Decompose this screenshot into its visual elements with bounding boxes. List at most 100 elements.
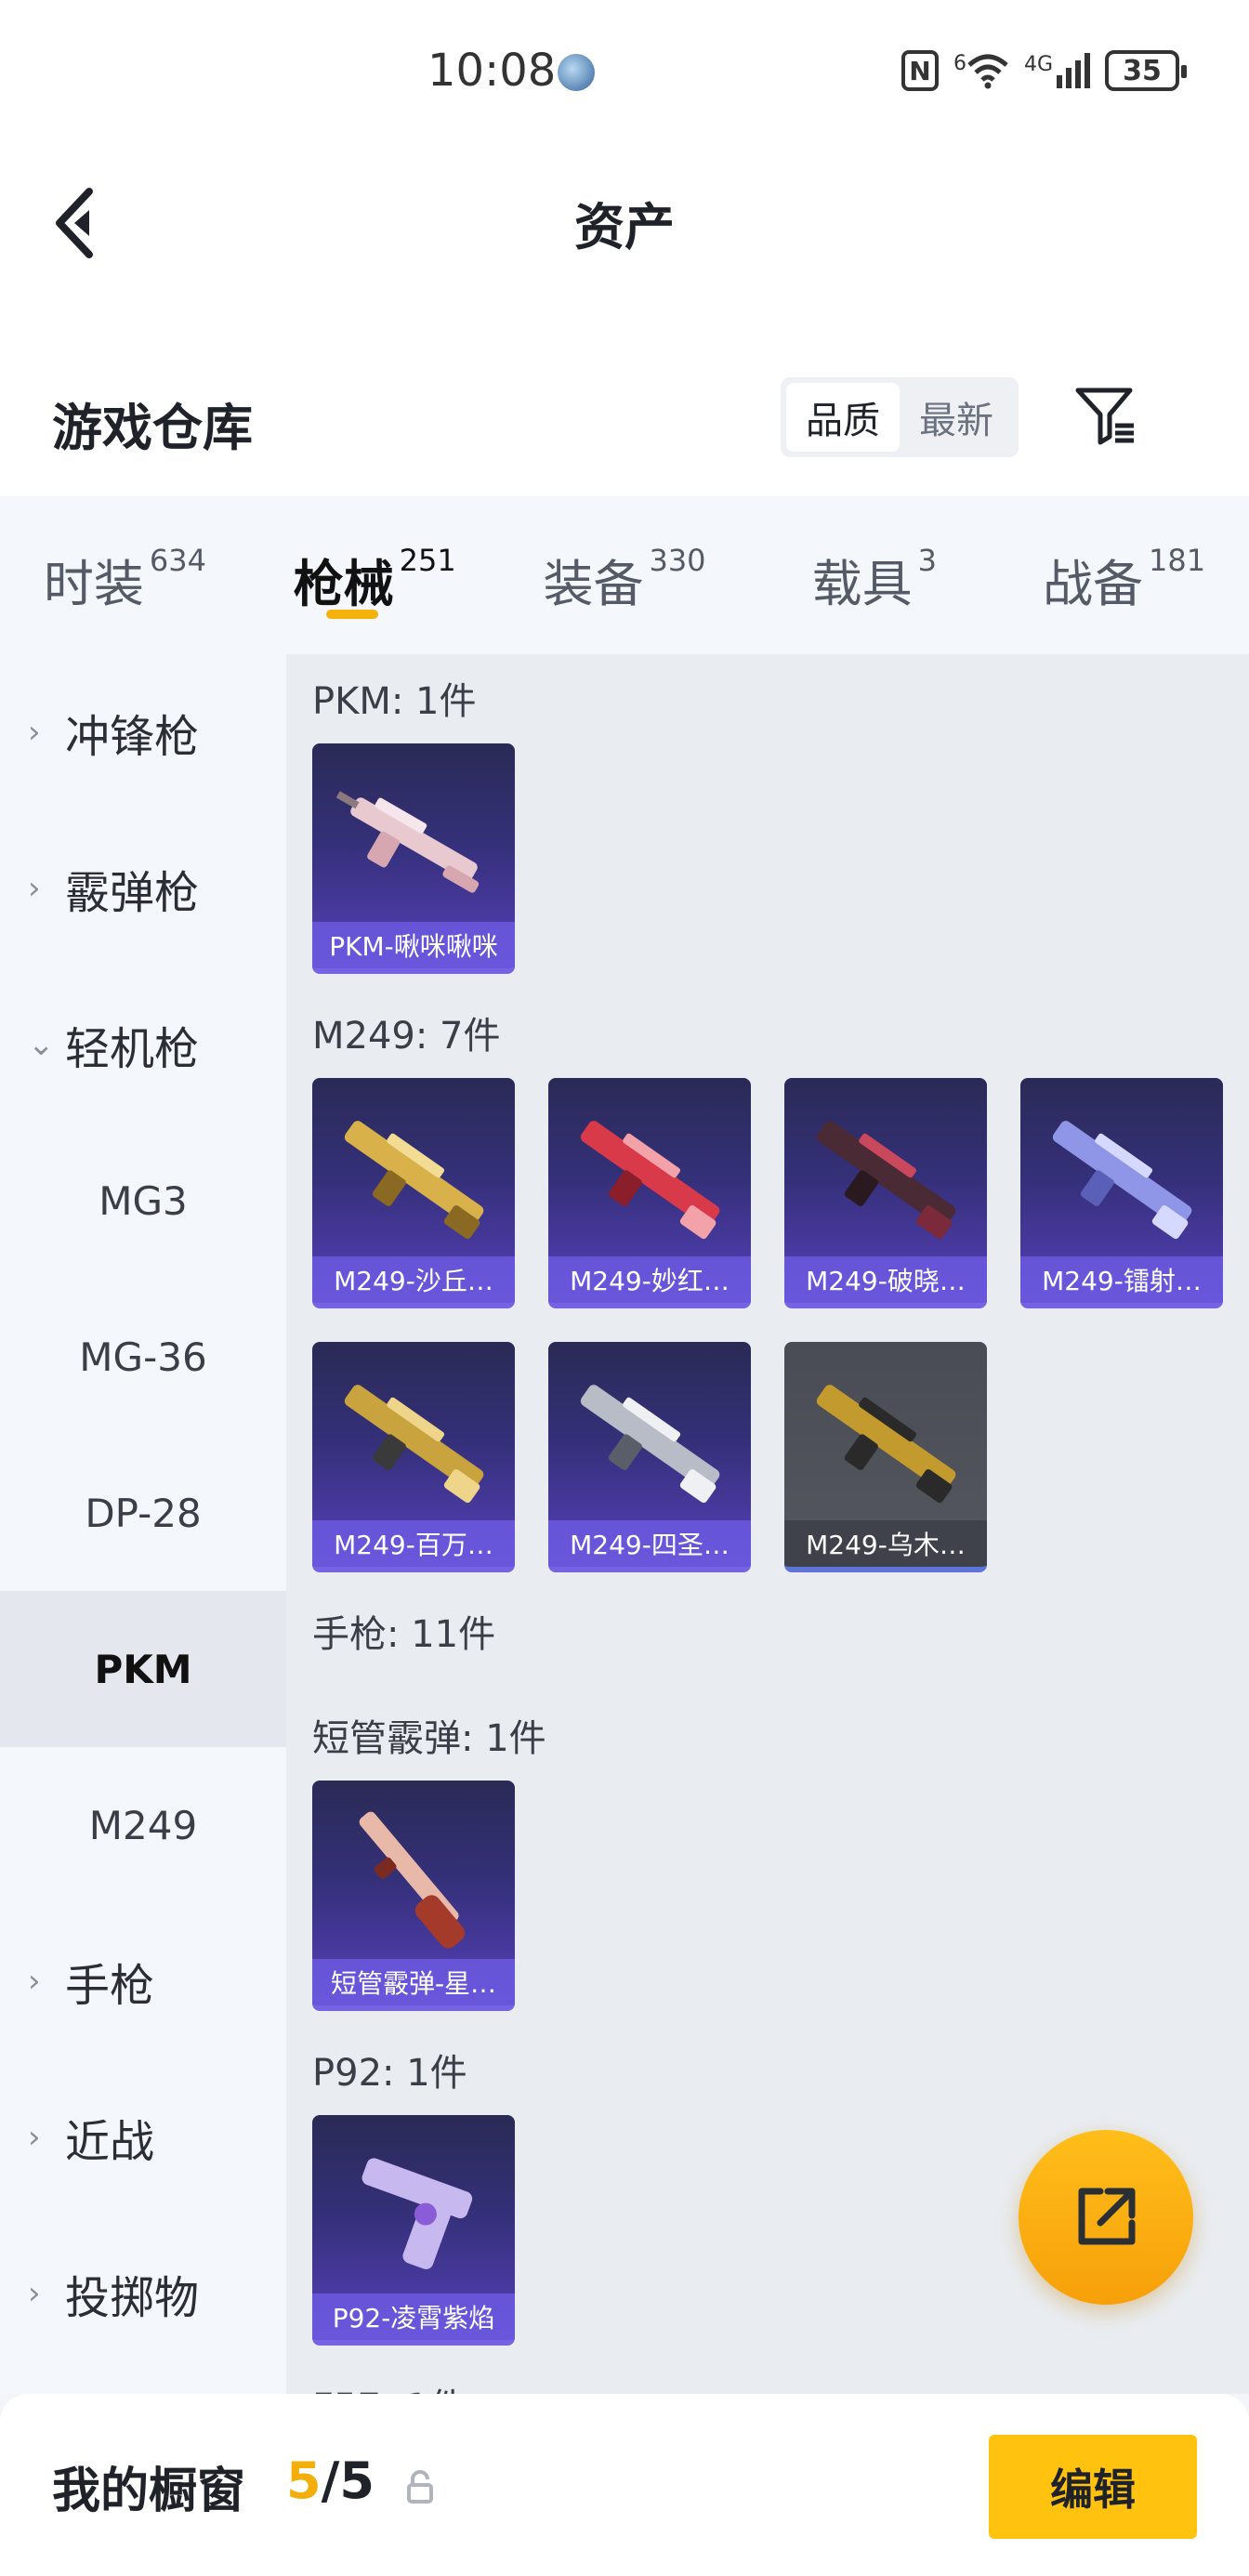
lmg-skin-icon — [580, 1385, 720, 1504]
showcase-used: 5 — [286, 2451, 322, 2510]
pistol-skin-icon — [362, 2158, 473, 2269]
battery-icon: 35 — [1105, 50, 1188, 91]
section-title-sawed-off: 短管霰弹: 1件 — [312, 1717, 546, 1760]
weapon-card-name: PKM-啾咪啾咪 — [312, 922, 515, 968]
tab-label: 枪械 — [293, 555, 394, 613]
weapon-card-name: M249-沙丘… — [312, 1256, 515, 1303]
wifi-label: 6 — [953, 52, 966, 75]
section-title-pistol: 手枪: 11件 — [312, 1613, 496, 1656]
sidebar-item-throwables[interactable]: › 投掷物 — [0, 2215, 286, 2372]
weapon-card[interactable]: M249-沙丘… — [312, 1078, 515, 1308]
sidebar-item-label: 轻机枪 — [65, 1023, 200, 1075]
sort-newest-button[interactable]: 最新 — [900, 383, 1013, 452]
tab-label: 战备 — [1043, 555, 1144, 613]
tab-vehicles[interactable]: 载具 3 — [749, 496, 999, 654]
tab-firearms[interactable]: 枪械 251 — [250, 496, 500, 654]
weapon-card[interactable]: M249-破晓… — [784, 1078, 987, 1308]
edit-button[interactable]: 编辑 — [989, 2435, 1197, 2539]
weapon-card[interactable]: 短管霰弹-星… — [312, 1781, 515, 2011]
sidebar-item-lmg[interactable]: ⌄ 轻机枪 — [0, 966, 286, 1123]
tab-count: 181 — [1149, 543, 1206, 578]
weapon-card[interactable]: M249-镭射… — [1020, 1078, 1223, 1308]
sidebar-item-label: 投掷物 — [65, 2272, 200, 2324]
sort-quality-button[interactable]: 品质 — [786, 383, 900, 452]
weapon-card-name: M249-乌木… — [784, 1520, 987, 1567]
showcase-total: 5 — [339, 2451, 375, 2510]
weapon-card-name: M249-四圣… — [548, 1520, 751, 1567]
sidebar-item-mg36[interactable]: MG-36 — [0, 1279, 286, 1435]
sidebar-item-mg3[interactable]: MG3 — [0, 1123, 286, 1279]
tab-label: 载具 — [811, 555, 913, 613]
sidebar-item-melee[interactable]: › 近战 — [0, 2059, 286, 2215]
nav-bar: 资产 — [0, 149, 1249, 297]
page-title: 资产 — [574, 198, 675, 256]
section-title-pkm: PKM: 1件 — [312, 680, 477, 723]
showcase-count: 5/5 — [286, 2451, 375, 2510]
tab-equipment[interactable]: 装备 330 — [500, 496, 750, 654]
network-label: 4G — [1024, 53, 1054, 76]
sidebar-item-pistol[interactable]: › 手枪 — [0, 1903, 286, 2059]
lmg-skin-icon — [816, 1385, 956, 1504]
chevron-right-icon: › — [28, 2119, 41, 2156]
share-fab-button[interactable] — [1019, 2130, 1193, 2305]
showcase-bar: 我的橱窗 5/5 编辑 — [0, 2394, 1249, 2576]
showcase-separator: / — [321, 2451, 340, 2510]
sidebar-item-label: 手枪 — [65, 1960, 155, 2012]
weapon-card[interactable]: M249-百万… — [312, 1342, 515, 1572]
notification-avatar-icon — [558, 54, 595, 91]
tab-supplies[interactable]: 战备 181 — [999, 496, 1249, 654]
wifi-icon: 6 — [953, 52, 1009, 89]
tab-count: 3 — [917, 543, 937, 578]
lock-icon — [407, 2470, 433, 2504]
tab-label: 装备 — [543, 555, 644, 613]
section-title-m249: M249: 7件 — [312, 1015, 501, 1058]
weapon-card[interactable]: PKM-啾咪啾咪 — [312, 743, 515, 974]
weapon-card[interactable]: M249-四圣… — [548, 1342, 751, 1572]
warehouse-header: 游戏仓库 品质 最新 — [0, 297, 1249, 496]
lmg-skin-icon — [580, 1121, 720, 1240]
section-title-f57: F57: 1件 — [312, 2377, 467, 2394]
status-icons: N 6 4G 35 — [901, 50, 1188, 91]
sidebar-item-pkm[interactable]: PKM — [0, 1591, 286, 1747]
sidebar-item-label: 近战 — [65, 2116, 155, 2168]
sidebar-item-shotgun[interactable]: › 霰弹枪 — [0, 810, 286, 966]
weapon-card-name: 短管霰弹-星… — [312, 1959, 515, 2005]
weapon-card-name: M249-百万… — [312, 1520, 515, 1567]
sidebar-item-label: 霰弹枪 — [65, 867, 200, 919]
external-link-icon — [1078, 2188, 1136, 2245]
chevron-right-icon: › — [28, 1963, 41, 2000]
filter-button[interactable] — [1069, 379, 1143, 453]
weapon-card-name: M249-妙红… — [548, 1256, 751, 1303]
tab-label: 时装 — [43, 555, 144, 613]
weapon-card[interactable]: P92-凌霄紫焰 — [312, 2115, 515, 2346]
tab-count: 330 — [649, 543, 706, 578]
sidebar-item-m249[interactable]: M249 — [0, 1747, 286, 1903]
warehouse-title: 游戏仓库 — [52, 399, 253, 457]
status-time: 10:08 — [427, 45, 557, 97]
section-title-p92: P92: 1件 — [312, 2052, 467, 2095]
weapon-card-name: M249-破晓… — [784, 1256, 987, 1303]
tab-fashion[interactable]: 时装 634 — [0, 496, 250, 654]
tab-count: 251 — [399, 543, 456, 578]
weapon-type-sidebar: › 冲锋枪 › 霰弹枪 ⌄ 轻机枪 MG3 MG-36 DP-28 PKM M2… — [0, 654, 286, 2394]
sidebar-item-label: 冲锋枪 — [65, 711, 200, 763]
weapon-card[interactable]: M249-乌木… — [784, 1342, 987, 1572]
sidebar-item-smg[interactable]: › 冲锋枪 — [0, 654, 286, 810]
lmg-skin-icon — [1052, 1121, 1192, 1240]
weapon-card[interactable]: M249-妙红… — [548, 1078, 751, 1308]
status-bar: 10:08 N 6 4G 35 — [0, 0, 1249, 149]
tab-count: 634 — [149, 543, 206, 578]
sidebar-item-dp28[interactable]: DP-28 — [0, 1435, 286, 1591]
weapon-card-name: M249-镭射… — [1020, 1256, 1223, 1303]
chevron-right-icon: › — [28, 714, 41, 751]
shotgun-skin-icon — [359, 1811, 466, 1949]
chevron-right-icon: › — [28, 870, 41, 907]
showcase-title: 我的橱窗 — [52, 2464, 246, 2519]
chevron-right-icon: › — [28, 2275, 41, 2312]
filter-icon — [1075, 388, 1134, 445]
lmg-skin-icon — [344, 1121, 484, 1240]
weapon-card-name: P92-凌霄紫焰 — [312, 2293, 515, 2340]
chevron-down-icon: ⌄ — [28, 1026, 55, 1063]
sort-toggle: 品质 最新 — [781, 377, 1019, 457]
lmg-skin-icon — [816, 1121, 956, 1240]
